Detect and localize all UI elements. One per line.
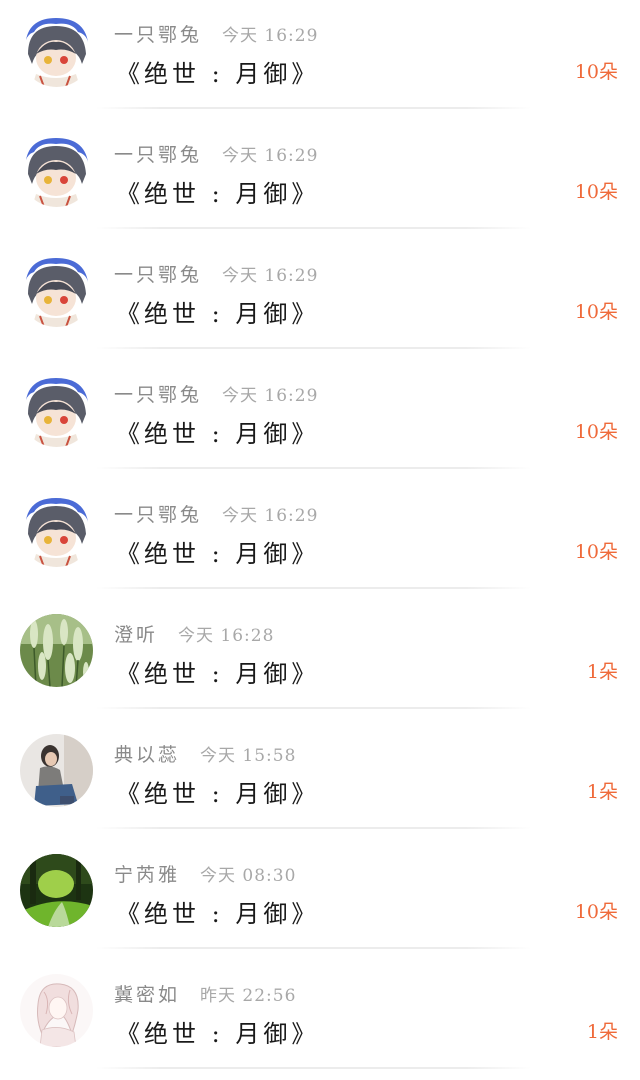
divider (96, 587, 531, 589)
user-avatar[interactable] (20, 734, 93, 807)
flower-count: 1朵 (586, 781, 618, 803)
item-meta: 宁芮雅 今天 08:30 (114, 860, 296, 886)
book-title: 《绝世 : 月御》 (116, 180, 320, 208)
item-meta: 冀密如 昨天 22:56 (114, 980, 296, 1006)
user-name[interactable]: 宁芮雅 (114, 860, 180, 887)
flower-count: 10朵 (574, 541, 618, 563)
item-meta: 一只鄂兔 今天 16:29 (114, 380, 318, 406)
user-avatar[interactable] (20, 134, 93, 207)
flower-count: 1朵 (586, 661, 618, 683)
divider (96, 827, 531, 829)
divider (96, 107, 531, 109)
user-name[interactable]: 一只鄂兔 (114, 500, 202, 527)
book-title: 《绝世 : 月御》 (116, 660, 320, 688)
list-item[interactable]: 一只鄂兔 今天 16:29 《绝世 : 月御》 10朵 (0, 360, 640, 480)
user-avatar[interactable] (20, 254, 93, 327)
user-avatar[interactable] (20, 614, 93, 687)
list-item[interactable]: 一只鄂兔 今天 16:29 《绝世 : 月御》 10朵 (0, 480, 640, 600)
flower-gift-list: 一只鄂兔 今天 16:29 《绝世 : 月御》 10朵 一只鄂兔 今天 16:29 《绝世 … (0, 0, 640, 1069)
book-title: 《绝世 : 月御》 (116, 420, 320, 448)
flower-count: 1朵 (586, 1021, 618, 1043)
book-title: 《绝世 : 月御》 (116, 60, 320, 88)
divider (96, 707, 531, 709)
user-avatar[interactable] (20, 374, 93, 447)
flower-count: 10朵 (574, 61, 618, 83)
list-item[interactable]: 澄听 今天 16:28 《绝世 : 月御》 1朵 (0, 600, 640, 720)
item-meta: 一只鄂兔 今天 16:29 (114, 260, 318, 286)
timestamp: 今天 16:28 (178, 626, 275, 646)
flower-count: 10朵 (574, 181, 618, 203)
list-item[interactable]: 冀密如 昨天 22:56 《绝世 : 月御》 1朵 (0, 960, 640, 1080)
book-title: 《绝世 : 月御》 (116, 1020, 320, 1048)
book-title: 《绝世 : 月御》 (116, 780, 320, 808)
list-item[interactable]: 宁芮雅 今天 08:30 《绝世 : 月御》 10朵 (0, 840, 640, 960)
timestamp: 今天 16:29 (222, 146, 319, 166)
list-item[interactable]: 一只鄂兔 今天 16:29 《绝世 : 月御》 10朵 (0, 240, 640, 360)
flower-count: 10朵 (574, 901, 618, 923)
user-name[interactable]: 一只鄂兔 (114, 260, 202, 287)
list-item[interactable]: 一只鄂兔 今天 16:29 《绝世 : 月御》 10朵 (0, 0, 640, 120)
divider (96, 347, 531, 349)
timestamp: 昨天 22:56 (200, 986, 297, 1006)
book-title: 《绝世 : 月御》 (116, 300, 320, 328)
timestamp: 今天 15:58 (200, 746, 297, 766)
user-name[interactable]: 澄听 (114, 620, 158, 647)
timestamp: 今天 16:29 (222, 26, 319, 46)
user-avatar[interactable] (20, 974, 93, 1047)
book-title: 《绝世 : 月御》 (116, 900, 320, 928)
item-meta: 一只鄂兔 今天 16:29 (114, 500, 318, 526)
divider (96, 467, 531, 469)
book-title: 《绝世 : 月御》 (116, 540, 320, 568)
user-name[interactable]: 一只鄂兔 (114, 20, 202, 47)
item-meta: 典以蕊 今天 15:58 (114, 740, 296, 766)
divider (96, 227, 531, 229)
item-meta: 一只鄂兔 今天 16:29 (114, 140, 318, 166)
timestamp: 今天 16:29 (222, 506, 319, 526)
list-item[interactable]: 典以蕊 今天 15:58 《绝世 : 月御》 1朵 (0, 720, 640, 840)
divider (96, 1067, 531, 1069)
user-name[interactable]: 一只鄂兔 (114, 140, 202, 167)
user-name[interactable]: 典以蕊 (114, 740, 180, 767)
divider (96, 947, 531, 949)
flower-count: 10朵 (574, 301, 618, 323)
item-meta: 澄听 今天 16:28 (114, 620, 274, 646)
user-avatar[interactable] (20, 14, 93, 87)
timestamp: 今天 08:30 (200, 866, 297, 886)
user-name[interactable]: 一只鄂兔 (114, 380, 202, 407)
timestamp: 今天 16:29 (222, 386, 319, 406)
user-avatar[interactable] (20, 494, 93, 567)
flower-count: 10朵 (574, 421, 618, 443)
timestamp: 今天 16:29 (222, 266, 319, 286)
user-name[interactable]: 冀密如 (114, 980, 180, 1007)
user-avatar[interactable] (20, 854, 93, 927)
item-meta: 一只鄂兔 今天 16:29 (114, 20, 318, 46)
list-item[interactable]: 一只鄂兔 今天 16:29 《绝世 : 月御》 10朵 (0, 120, 640, 240)
